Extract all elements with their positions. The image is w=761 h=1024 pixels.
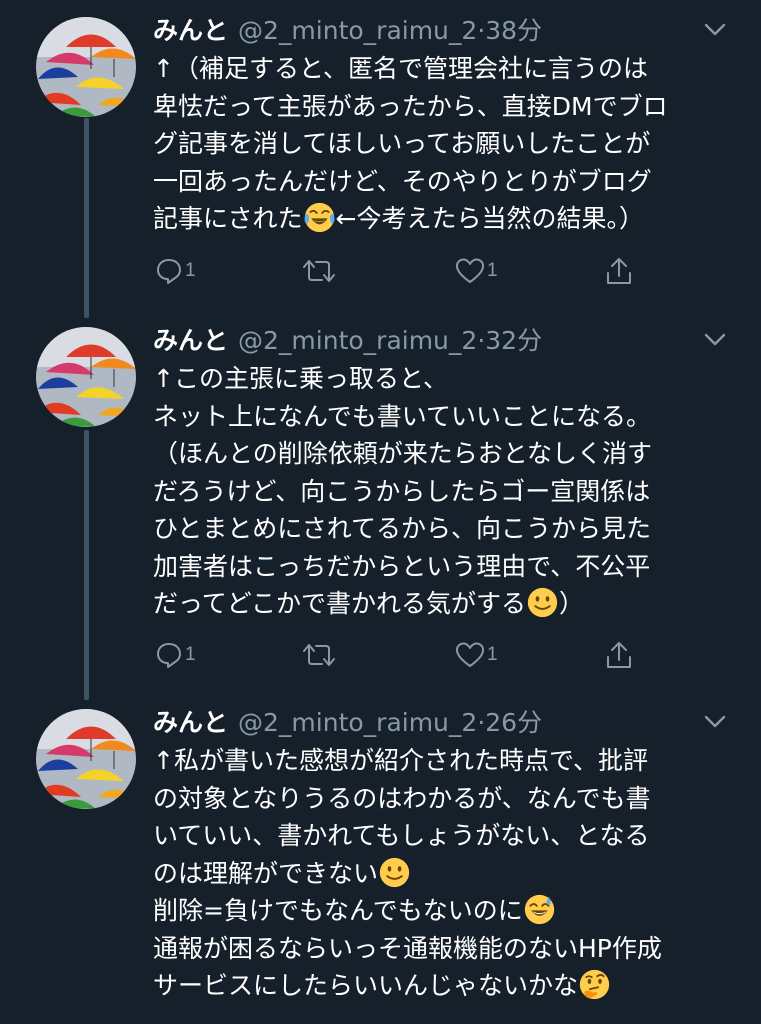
share-button[interactable] <box>605 253 633 289</box>
chevron-down-icon[interactable] <box>700 18 730 40</box>
like-count: 1 <box>487 644 498 665</box>
like-count: 1 <box>487 260 498 281</box>
display-name[interactable]: みんと <box>153 326 228 355</box>
tweet-text-line: だろうけど、向こうからしたらゴー宣関係は <box>153 476 651 506</box>
chevron-down-icon[interactable] <box>700 328 730 350</box>
reply-count: 1 <box>185 260 196 281</box>
retweet-icon <box>303 260 335 282</box>
retweet-button[interactable] <box>302 253 338 289</box>
avatar[interactable] <box>36 709 136 809</box>
tweet-text: ↑（補足すると、匿名で管理会社に言うのは 卑怯だって主張があったから、直接DMで… <box>153 50 743 238</box>
tweet-text-line: 記事にされた ←今考えたら当然の結果。） <box>153 200 743 238</box>
tweet-text-line: サービスにしたらいいんじゃないかな <box>153 967 743 1005</box>
tweet-text-line: いていい、書かれてもしょうがない、となる <box>153 821 650 850</box>
user-handle[interactable]: @2_minto_raimu_2 <box>238 16 477 45</box>
heart-icon <box>456 642 484 667</box>
grinning-face-with-sweat-icon <box>524 894 554 925</box>
slightly-smiling-face-icon <box>379 857 410 887</box>
tweet-header: みんと @2_minto_raimu_2·32分 <box>153 322 542 360</box>
timestamp[interactable]: 26分 <box>485 708 542 737</box>
tweet-actions: 1 1 <box>0 637 761 673</box>
avatar-umbrella-image <box>36 17 136 117</box>
like-button[interactable]: 1 <box>455 253 498 289</box>
tweet[interactable]: みんと @2_minto_raimu_2·32分 ↑この主張に乗っ取ると、 ネット… <box>0 322 761 682</box>
share-button[interactable] <box>605 637 633 673</box>
timestamp[interactable]: 38分 <box>485 16 542 45</box>
timestamp[interactable]: 32分 <box>485 326 542 355</box>
tweet-text-line: ↑（補足すると、匿名で管理会社に言うのは <box>153 54 648 83</box>
avatar-umbrella-image <box>36 327 136 427</box>
tweet-text-line: 一回あったんだけど、そのやりとりがブログ <box>153 166 652 196</box>
tweet-text-line: ひとまとめにされてるから、向こうから見た <box>153 514 652 543</box>
tweet-text-segment: だってどこかで書かれる気がする <box>153 589 527 618</box>
avatar[interactable] <box>36 17 136 117</box>
tweet-header: みんと @2_minto_raimu_2·38分 <box>153 12 542 50</box>
tweet-text-line: 削除=負けでもなんでもないのに <box>153 892 743 930</box>
like-button[interactable]: 1 <box>455 637 498 673</box>
heart-icon <box>456 258 484 283</box>
tweet-text-segment: 記事にされた <box>153 204 303 233</box>
tweet-text-line: のは理解ができない <box>153 855 743 893</box>
tweet-text: ↑私が書いた感想が紹介された時点で、批評 の対象となりうるのはわかるが、なんでも… <box>153 742 743 1005</box>
tweet-text-line: ↑私が書いた感想が紹介された時点で、批評 <box>153 746 648 775</box>
avatar-umbrella-image <box>36 709 136 809</box>
tweet-text-line: の対象となりうるのはわかるが、なんでも書 <box>153 783 651 813</box>
tweet-text-segment: ←今考えたら当然の結果。） <box>335 204 644 233</box>
retweet-icon <box>303 644 335 666</box>
timeline: みんと @2_minto_raimu_2·38分 ↑（補足すると、匿名で管理会社に… <box>0 0 761 1024</box>
tweet-text-segment: ） <box>559 589 585 618</box>
user-handle[interactable]: @2_minto_raimu_2 <box>238 708 477 737</box>
thinking-face-icon <box>579 969 610 1000</box>
slightly-smiling-face-icon <box>527 587 558 618</box>
tweet-text-line: だってどこかで書かれる気がする ） <box>153 585 743 623</box>
share-icon <box>607 258 631 284</box>
reply-count: 1 <box>185 644 196 665</box>
tweet-text-segment: サービスにしたらいいんじゃないかな <box>153 971 579 1000</box>
share-icon <box>607 642 631 668</box>
tweet-text-line: （ほんとの削除依頼が来たらおとなしく消す <box>153 439 653 468</box>
chevron-down-icon[interactable] <box>700 710 730 732</box>
display-name[interactable]: みんと <box>153 708 228 737</box>
tweet-text-line: 卑怯だって主張があったから、直接DMでブロ <box>153 91 668 121</box>
reply-icon <box>157 643 181 668</box>
tweet[interactable]: みんと @2_minto_raimu_2·26分 ↑私が書いた感想が紹介された時点… <box>0 704 761 1024</box>
tweet-text: ↑この主張に乗っ取ると、 ネット上になんでも書いていいことになる。 （ほんとの削… <box>153 360 743 623</box>
avatar[interactable] <box>36 327 136 427</box>
tweet-actions: 1 1 <box>0 253 761 289</box>
tweet-header: みんと @2_minto_raimu_2·26分 <box>153 704 542 742</box>
tweet-text-line: ↑この主張に乗っ取ると、 <box>153 364 448 393</box>
tweet-text-line: 通報が困るならいっそ通報機能のないHP作成 <box>153 933 662 963</box>
tweet-text-line: ネット上になんでも書いていいことになる。 <box>153 401 652 431</box>
reply-button[interactable]: 1 <box>155 637 196 673</box>
face-with-tears-of-joy-icon <box>304 202 334 233</box>
reply-icon <box>157 259 181 284</box>
reply-button[interactable]: 1 <box>155 253 196 289</box>
tweet-text-segment: 削除=負けでもなんでもないのに <box>153 896 523 925</box>
tweet[interactable]: みんと @2_minto_raimu_2·38分 ↑（補足すると、匿名で管理会社に… <box>0 12 761 302</box>
tweet-text-line: グ記事を消してほしいってお願いしたことが <box>153 129 651 158</box>
user-handle[interactable]: @2_minto_raimu_2 <box>238 326 477 355</box>
tweet-text-segment: のは理解ができない <box>153 858 379 888</box>
retweet-button[interactable] <box>302 637 338 673</box>
display-name[interactable]: みんと <box>153 16 228 45</box>
tweet-text-line: 加害者はこっちだからという理由で、不公平 <box>153 551 651 581</box>
